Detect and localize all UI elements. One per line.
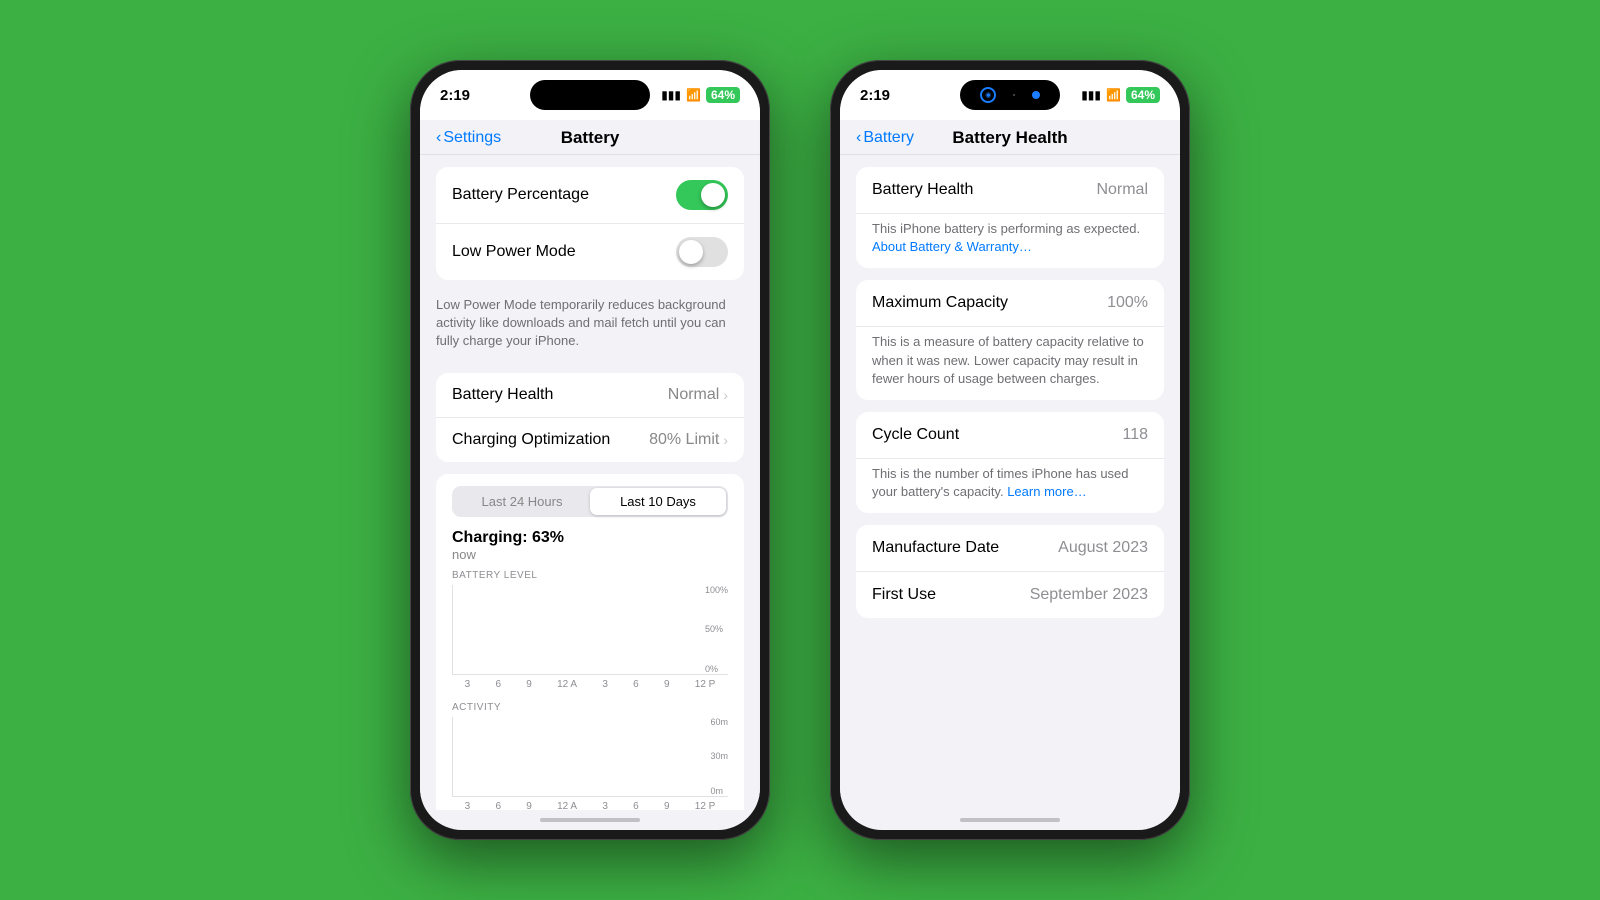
- signal-icon: ▮▮▮: [661, 88, 681, 102]
- nav-title-1: Battery: [561, 128, 620, 148]
- activity-chart: 60m 30m 0m: [452, 717, 728, 797]
- cycle-count-desc: This is the number of times iPhone has u…: [856, 459, 1164, 513]
- max-capacity-val: 100%: [1107, 294, 1148, 312]
- nav-bar-2: ‹ Battery Battery Health: [840, 120, 1180, 155]
- time-2: 2:19: [860, 87, 890, 104]
- first-use-label: First Use: [872, 586, 936, 604]
- dates-section: Manufacture Date August 2023 First Use S…: [856, 525, 1164, 618]
- tab-24h[interactable]: Last 24 Hours: [454, 488, 590, 515]
- charging-opt-label: Charging Optimization: [452, 431, 610, 449]
- wifi-icon-2: 📶: [1106, 88, 1121, 102]
- chart-section: Last 24 Hours Last 10 Days Charging: 63%…: [436, 474, 744, 810]
- manufacture-date-val: August 2023: [1058, 539, 1148, 557]
- back-label-2[interactable]: Battery: [863, 129, 914, 147]
- status-bar-1: 2:19 ▮▮▮ 📶 64%: [420, 70, 760, 120]
- learn-more-link[interactable]: Learn more…: [1007, 484, 1086, 499]
- home-indicator-1: [420, 810, 760, 830]
- battery-health-info-val: Normal: [1096, 181, 1148, 199]
- battery-y-labels: 100% 50% 0%: [705, 585, 728, 674]
- first-use-val: September 2023: [1030, 586, 1148, 604]
- max-capacity-section: Maximum Capacity 100% This is a measure …: [856, 280, 1164, 400]
- back-button-1[interactable]: ‹ Settings: [436, 129, 501, 147]
- wifi-icon: 📶: [686, 88, 701, 102]
- max-capacity-desc: This is a measure of battery capacity re…: [856, 327, 1164, 400]
- battery-percentage-toggle[interactable]: [676, 180, 728, 210]
- low-power-description: Low Power Mode temporarily reduces backg…: [420, 292, 760, 361]
- dynamic-island-2: ◉: [960, 80, 1060, 110]
- about-battery-link[interactable]: About Battery & Warranty…: [872, 239, 1032, 254]
- activity-y-labels: 60m 30m 0m: [710, 717, 728, 796]
- nav-title-2: Battery Health: [952, 128, 1067, 148]
- cycle-count-row: Cycle Count 118: [856, 412, 1164, 459]
- activity-x-labels: 3 6 9 12 A 3 6 9 12 P: [452, 801, 728, 810]
- back-button-2[interactable]: ‹ Battery: [856, 129, 914, 147]
- manufacture-date-row: Manufacture Date August 2023: [856, 525, 1164, 572]
- phone-content-2: Battery Health Normal This iPhone batter…: [840, 155, 1180, 810]
- first-use-row: First Use September 2023: [856, 572, 1164, 618]
- di-ring: ◉: [980, 87, 996, 103]
- battery-health-info-label: Battery Health: [872, 181, 973, 199]
- low-power-label: Low Power Mode: [452, 243, 576, 261]
- status-bar-2: ◉ 2:19 ▮▮▮ 📶 64%: [840, 70, 1180, 120]
- tab-10d[interactable]: Last 10 Days: [590, 488, 726, 515]
- status-icons-2: ▮▮▮ 📶 64%: [1081, 87, 1160, 103]
- health-chevron: ›: [723, 387, 728, 403]
- battery-health-info-row: Battery Health Normal: [856, 167, 1164, 214]
- time-tab-bar: Last 24 Hours Last 10 Days: [452, 486, 728, 517]
- max-capacity-label: Maximum Capacity: [872, 294, 1008, 312]
- manufacture-date-label: Manufacture Date: [872, 539, 999, 557]
- signal-icon-2: ▮▮▮: [1081, 88, 1101, 102]
- di-dot: [1032, 91, 1040, 99]
- max-capacity-row: Maximum Capacity 100%: [856, 280, 1164, 327]
- chevron-back-icon: ‹: [436, 129, 441, 147]
- dynamic-island-1: [530, 80, 650, 110]
- charging-chevron: ›: [723, 432, 728, 448]
- back-label-1[interactable]: Settings: [443, 129, 501, 147]
- battery-health-value: Normal ›: [668, 386, 728, 404]
- activity-label: ACTIVITY: [452, 702, 728, 713]
- battery-health-row[interactable]: Battery Health Normal ›: [436, 373, 744, 418]
- battery-health-label: Battery Health: [452, 386, 553, 404]
- battery-status-1: 64%: [706, 87, 740, 103]
- time-now-label: now: [452, 547, 728, 562]
- phone-1: 2:19 ▮▮▮ 📶 64% ‹ Settings Battery Batter…: [410, 60, 770, 840]
- battery-level-label: BATTERY LEVEL: [452, 570, 728, 581]
- battery-x-labels: 3 6 9 12 A 3 6 9 12 P: [452, 679, 728, 690]
- phone-2: ◉ 2:19 ▮▮▮ 📶 64% ‹ Battery Battery Healt…: [830, 60, 1190, 840]
- battery-health-section: Battery Health Normal This iPhone batter…: [856, 167, 1164, 268]
- battery-status-2: 64%: [1126, 87, 1160, 103]
- health-section: Battery Health Normal › Charging Optimiz…: [436, 373, 744, 462]
- cycle-count-section: Cycle Count 118 This is the number of ti…: [856, 412, 1164, 513]
- cycle-count-val: 118: [1122, 426, 1148, 444]
- phone-content-1: Battery Percentage Low Power Mode Low Po…: [420, 155, 760, 810]
- charging-optimization-row[interactable]: Charging Optimization 80% Limit ›: [436, 418, 744, 462]
- low-power-row: Low Power Mode: [436, 224, 744, 280]
- charging-label: Charging: 63%: [452, 529, 728, 547]
- toggle-section: Battery Percentage Low Power Mode: [436, 167, 744, 280]
- charging-opt-value: 80% Limit ›: [649, 431, 728, 449]
- home-indicator-2: [840, 810, 1180, 830]
- battery-level-chart: 100% 50% 0%: [452, 585, 728, 675]
- battery-health-desc: This iPhone battery is performing as exp…: [856, 214, 1164, 268]
- battery-percentage-row: Battery Percentage: [436, 167, 744, 224]
- nav-bar-1: ‹ Settings Battery: [420, 120, 760, 155]
- cycle-count-label: Cycle Count: [872, 426, 959, 444]
- time-1: 2:19: [440, 87, 470, 104]
- chevron-back-icon-2: ‹: [856, 129, 861, 147]
- status-icons-1: ▮▮▮ 📶 64%: [661, 87, 740, 103]
- low-power-toggle[interactable]: [676, 237, 728, 267]
- battery-percentage-label: Battery Percentage: [452, 186, 589, 204]
